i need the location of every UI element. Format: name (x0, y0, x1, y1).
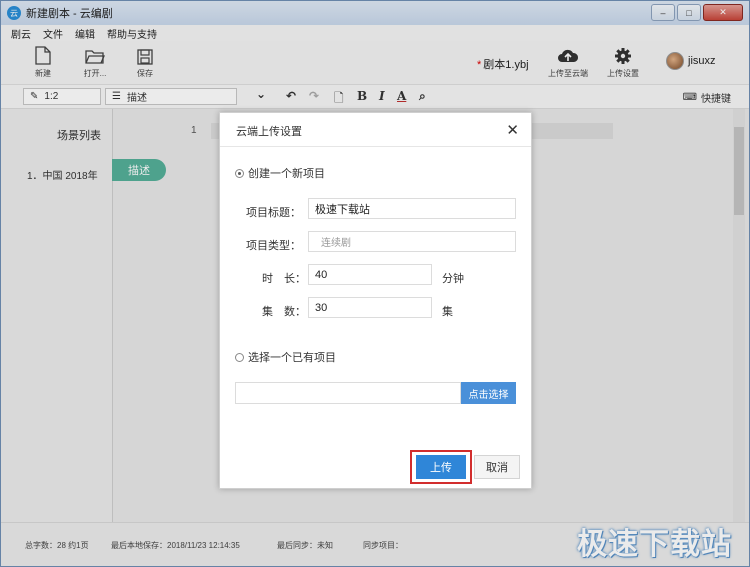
cancel-button[interactable]: 取消 (474, 455, 520, 479)
select-existing-project-option[interactable]: 选择一个已有项目 (235, 349, 336, 365)
project-title-input[interactable]: 极速下载站 (308, 198, 516, 219)
project-type-input[interactable]: 连续剧 (308, 231, 516, 252)
duration-input[interactable]: 40 (308, 264, 432, 285)
pick-project-button[interactable]: 点击选择 (461, 382, 516, 404)
create-new-project-option[interactable]: 创建一个新项目 (235, 165, 325, 181)
existing-project-input[interactable] (235, 382, 461, 404)
radio-selected[interactable] (235, 168, 244, 178)
dialog-title: 云端上传设置 (236, 126, 302, 138)
dialog-header: 云端上传设置 ✕ (220, 113, 531, 147)
cloud-upload-settings-dialog: 云端上传设置 ✕ 创建一个新项目 项目标题： 极速下载站 项目类型： 连续剧 时… (219, 112, 532, 489)
close-icon[interactable]: ✕ (506, 121, 519, 139)
project-type-label: 项目类型： (246, 240, 301, 252)
create-new-project-label: 创建一个新项目 (248, 168, 325, 180)
episodes-label: 集 数： (262, 306, 306, 318)
episodes-unit: 集 (442, 306, 453, 318)
radio-unselected[interactable] (235, 352, 244, 362)
episodes-input[interactable]: 30 (308, 297, 432, 318)
upload-button[interactable]: 上传 (416, 455, 466, 479)
select-existing-project-label: 选择一个已有项目 (248, 352, 336, 364)
project-title-label: 项目标题： (246, 207, 301, 219)
duration-label: 时 长： (262, 273, 306, 285)
duration-unit: 分钟 (442, 273, 464, 285)
